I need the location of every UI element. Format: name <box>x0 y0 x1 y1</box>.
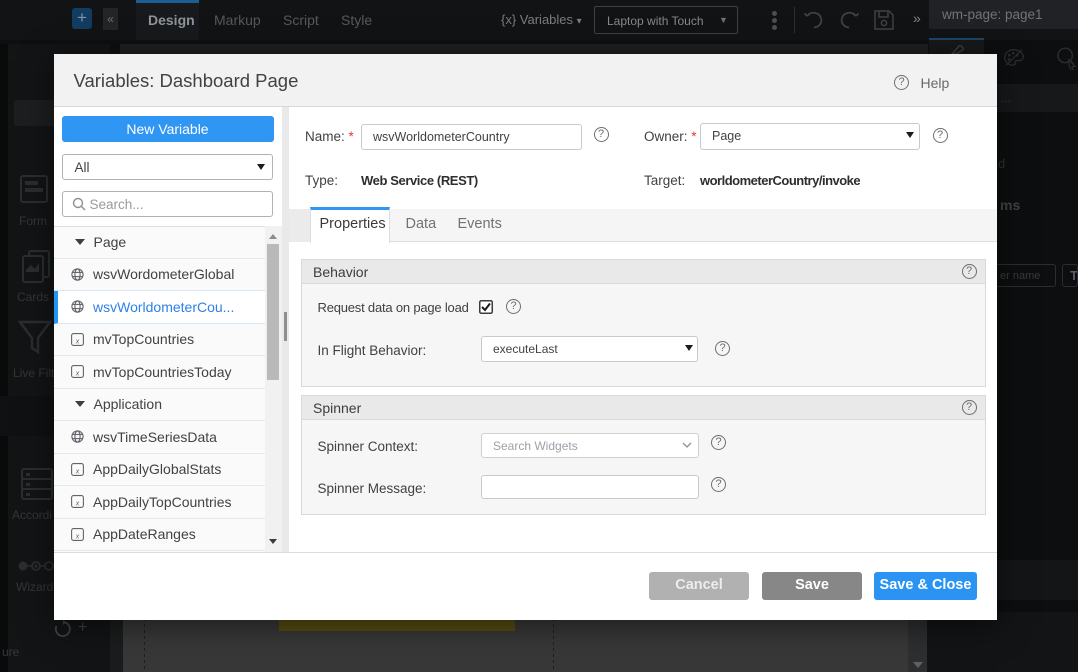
svg-text:x: x <box>75 533 80 540</box>
svg-text:x: x <box>75 468 80 475</box>
svg-text:x: x <box>75 371 80 378</box>
svg-text:x: x <box>75 501 80 508</box>
svg-text:x: x <box>75 338 80 345</box>
